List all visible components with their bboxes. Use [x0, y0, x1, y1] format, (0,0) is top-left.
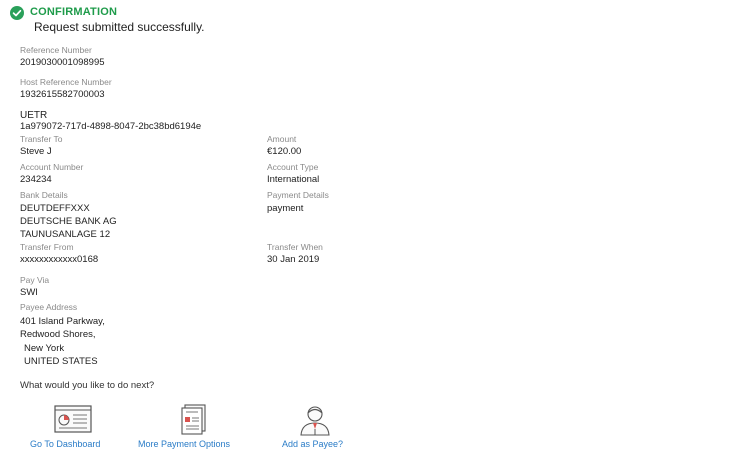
- more-payment-options-link[interactable]: More Payment Options: [138, 439, 230, 449]
- uetr-label: UETR: [20, 110, 48, 121]
- bank-details-line: DEUTDEFFXXX: [20, 203, 90, 214]
- payee-address-line: New York: [24, 343, 65, 354]
- account-number-label: Account Number: [20, 162, 84, 172]
- dashboard-icon[interactable]: [54, 405, 92, 435]
- payee-address-label: Payee Address: [20, 302, 78, 312]
- transfer-from-label: Transfer From: [20, 242, 74, 252]
- pay-via-value: SWI: [20, 287, 38, 298]
- add-payee-icon[interactable]: [297, 404, 333, 436]
- transfer-when-value: 30 Jan 2019: [267, 254, 320, 265]
- reference-number-value: 2019030001098995: [20, 57, 105, 68]
- bank-details-line: TAUNUSANLAGE 12: [20, 229, 111, 240]
- amount-value: €120.00: [267, 146, 302, 157]
- payee-address-line: 401 Island Parkway,: [20, 316, 105, 327]
- add-as-payee-link[interactable]: Add as Payee?: [282, 439, 343, 449]
- transfer-when-label: Transfer When: [267, 242, 323, 252]
- bank-details-line: DEUTSCHE BANK AG: [20, 216, 117, 227]
- transfer-to-label: Transfer To: [20, 134, 63, 144]
- account-type-value: International: [267, 174, 320, 185]
- reference-number-label: Reference Number: [20, 45, 92, 55]
- go-to-dashboard-link[interactable]: Go To Dashboard: [30, 439, 100, 449]
- confirmation-header: CONFIRMATION Request submitted successfu…: [8, 4, 408, 34]
- payee-address-line: Redwood Shores,: [20, 329, 96, 340]
- bank-details-label: Bank Details: [20, 190, 68, 200]
- uetr-value: 1a979072-717d-4898-8047-2bc38bd6194e: [20, 121, 202, 132]
- pay-via-label: Pay Via: [20, 275, 50, 285]
- confirmation-message: Request submitted successfully.: [34, 20, 205, 34]
- transfer-from-value: xxxxxxxxxxxx0168: [20, 254, 99, 265]
- payment-options-icon[interactable]: [179, 404, 209, 436]
- next-steps-prompt: What would you like to do next?: [20, 380, 155, 391]
- account-number-value: 234234: [20, 174, 52, 185]
- host-reference-number-label: Host Reference Number: [20, 77, 112, 87]
- transfer-to-value: Steve J: [20, 146, 52, 157]
- host-reference-number-value: 1932615582700003: [20, 89, 105, 100]
- account-type-label: Account Type: [267, 162, 319, 172]
- payment-details-label: Payment Details: [267, 190, 329, 200]
- check-circle-icon: [10, 6, 24, 20]
- amount-label: Amount: [267, 134, 297, 144]
- confirmation-title: CONFIRMATION: [30, 6, 118, 18]
- payee-address-line: UNITED STATES: [24, 356, 98, 367]
- payment-details-value: payment: [267, 203, 304, 214]
